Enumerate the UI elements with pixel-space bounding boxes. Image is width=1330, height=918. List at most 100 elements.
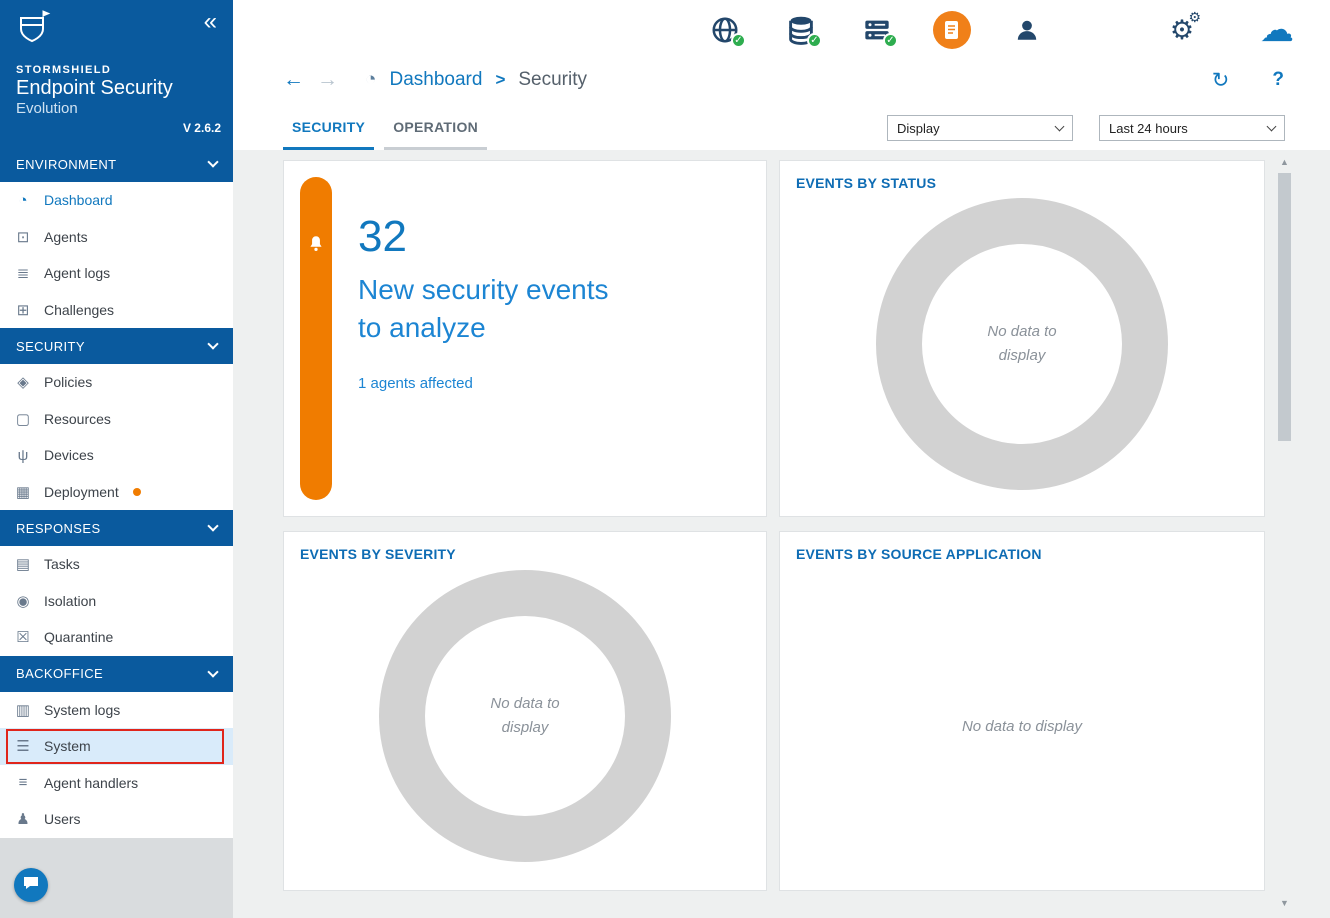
sidebar-section-responses[interactable]: RESPONSES: [0, 510, 233, 546]
sidebar-item-system[interactable]: ☰ System: [0, 728, 233, 765]
sidebar-item-label: Deployment: [44, 484, 119, 500]
deployment-icon: ▦: [14, 483, 32, 501]
devices-icon: ψ: [14, 447, 32, 464]
database-status-icon[interactable]: ✓: [781, 10, 821, 50]
period-dropdown-value: Last 24 hours: [1109, 121, 1188, 136]
empty-chart-area: No data to display: [796, 562, 1248, 892]
sidebar-item-label: Devices: [44, 447, 94, 463]
notification-dot: [133, 488, 141, 496]
sidebar-item-label: System logs: [44, 702, 120, 718]
brand-product: Endpoint Security: [16, 77, 173, 100]
network-status-icon[interactable]: ✓: [705, 10, 745, 50]
feedback-chat-button[interactable]: [14, 868, 48, 902]
resources-icon: ▢: [14, 410, 32, 428]
sidebar-section-backoffice[interactable]: BACKOFFICE: [0, 656, 233, 692]
sidebar-item-system-logs[interactable]: ▥ System logs: [0, 692, 233, 729]
events-by-severity-card: EVENTS BY SEVERITY No data to display: [283, 531, 767, 891]
sidebar-item-devices[interactable]: ψ Devices: [0, 437, 233, 474]
card-title: EVENTS BY STATUS: [796, 175, 1248, 191]
chevron-down-icon: [207, 338, 218, 349]
status-ok-badge: ✓: [731, 33, 746, 48]
app-window: « STORMSHIELD Endpoint Security Evolutio…: [0, 0, 1330, 918]
scrollbar-thumb[interactable]: [1278, 173, 1291, 441]
back-arrow-icon[interactable]: ←: [283, 68, 304, 92]
donut-chart-area: No data to display: [300, 562, 750, 870]
sidebar-item-label: Agent handlers: [44, 775, 138, 791]
donut-chart-area: No data to display: [796, 191, 1248, 496]
sidebar-nav: ENVIRONMENT ◔ Dashboard ⊡ Agents ≣ Agent…: [0, 146, 233, 838]
server-status-icon[interactable]: ✓: [857, 10, 897, 50]
challenges-icon: ⊞: [14, 301, 32, 319]
dashboard-content: 32 New security events to analyze 1 agen…: [233, 150, 1330, 918]
alert-body: 32 New security events to analyze 1 agen…: [358, 177, 638, 500]
help-icon[interactable]: ?: [1272, 69, 1284, 91]
chat-bubble-icon: [23, 876, 39, 895]
cloud-icon[interactable]: ☁: [1257, 10, 1297, 50]
sidebar-item-label: Agents: [44, 229, 88, 245]
sidebar-item-agent-handlers[interactable]: ≡ Agent handlers: [0, 765, 233, 802]
sidebar-item-agents[interactable]: ⊡ Agents: [0, 219, 233, 256]
no-data-label: No data to display: [470, 692, 580, 740]
brand-edition: Evolution: [16, 100, 173, 117]
agents-icon: ⊡: [14, 228, 32, 246]
chevron-down-icon: [207, 520, 218, 531]
navigation-row: ← → ◔ Dashboard > Security ↻ ?: [233, 60, 1330, 100]
alert-accent-bar: [300, 177, 332, 500]
user-account-icon[interactable]: [1007, 10, 1047, 50]
section-label: ENVIRONMENT: [16, 157, 116, 172]
services-gears-icon[interactable]: ⚙ ⚙: [1162, 10, 1202, 50]
section-label: RESPONSES: [16, 521, 101, 536]
sidebar-item-isolation[interactable]: ◉ Isolation: [0, 583, 233, 620]
tab-security[interactable]: SECURITY: [283, 119, 374, 150]
chevron-down-icon: [1055, 122, 1065, 132]
sidebar-collapse-button[interactable]: «: [204, 10, 217, 34]
new-events-title: New security events to analyze: [358, 271, 638, 347]
sidebar-item-deployment[interactable]: ▦ Deployment: [0, 474, 233, 511]
sidebar-item-label: Users: [44, 811, 81, 827]
empty-donut-chart: No data to display: [379, 570, 671, 862]
sidebar-item-agent-logs[interactable]: ≣ Agent logs: [0, 255, 233, 292]
sidebar-item-quarantine[interactable]: ☒ Quarantine: [0, 619, 233, 656]
system-logs-icon: ▥: [14, 701, 32, 719]
display-dropdown[interactable]: Display: [887, 115, 1073, 141]
agents-affected-link[interactable]: 1 agents affected: [358, 375, 638, 392]
sidebar-item-tasks[interactable]: ▤ Tasks: [0, 546, 233, 583]
dashboard-icon: ◔: [14, 192, 32, 209]
sidebar-item-label: Dashboard: [44, 192, 113, 208]
sidebar-item-label: Tasks: [44, 556, 80, 572]
dashboard-gauge-icon: ◔: [365, 69, 376, 91]
security-events-card: 32 New security events to analyze 1 agen…: [283, 160, 767, 517]
sidebar-item-policies[interactable]: ◈ Policies: [0, 364, 233, 401]
sidebar-item-resources[interactable]: ▢ Resources: [0, 401, 233, 438]
scroll-up-arrow[interactable]: ▲: [1277, 155, 1292, 169]
sidebar-item-label: Resources: [44, 411, 111, 427]
sidebar-header: « STORMSHIELD Endpoint Security Evolutio…: [0, 0, 233, 146]
events-by-status-card: EVENTS BY STATUS No data to display: [779, 160, 1265, 517]
vertical-scrollbar[interactable]: ▲ ▼: [1277, 155, 1292, 910]
logs-panel-icon[interactable]: [933, 11, 971, 49]
refresh-icon[interactable]: ↻: [1212, 68, 1230, 93]
period-dropdown[interactable]: Last 24 hours: [1099, 115, 1285, 141]
quarantine-icon: ☒: [14, 628, 32, 646]
sidebar-item-users[interactable]: ♟ Users: [0, 801, 233, 838]
empty-donut-chart: No data to display: [876, 198, 1168, 490]
sidebar-section-environment[interactable]: ENVIRONMENT: [0, 146, 233, 182]
scroll-down-arrow[interactable]: ▼: [1277, 896, 1292, 910]
sidebar-item-label: System: [44, 738, 91, 754]
tabs-row: SECURITY OPERATION Display Last 24 hours: [233, 100, 1330, 150]
no-data-label: No data to display: [967, 320, 1077, 368]
breadcrumb-dashboard-link[interactable]: Dashboard: [389, 69, 482, 91]
sidebar-item-label: Isolation: [44, 593, 96, 609]
tab-operation[interactable]: OPERATION: [384, 119, 487, 150]
main-area: ✓ ✓ ✓: [233, 0, 1330, 918]
sidebar-item-challenges[interactable]: ⊞ Challenges: [0, 292, 233, 329]
sidebar-item-dashboard[interactable]: ◔ Dashboard: [0, 182, 233, 219]
sidebar-item-label: Quarantine: [44, 629, 113, 645]
users-icon: ♟: [14, 810, 32, 828]
agent-logs-icon: ≣: [14, 264, 32, 282]
bell-icon: [308, 235, 324, 257]
brand-name: STORMSHIELD: [16, 64, 173, 77]
sidebar-section-security[interactable]: SECURITY: [0, 328, 233, 364]
isolation-icon: ◉: [14, 592, 32, 610]
sidebar-footer: [0, 838, 233, 918]
